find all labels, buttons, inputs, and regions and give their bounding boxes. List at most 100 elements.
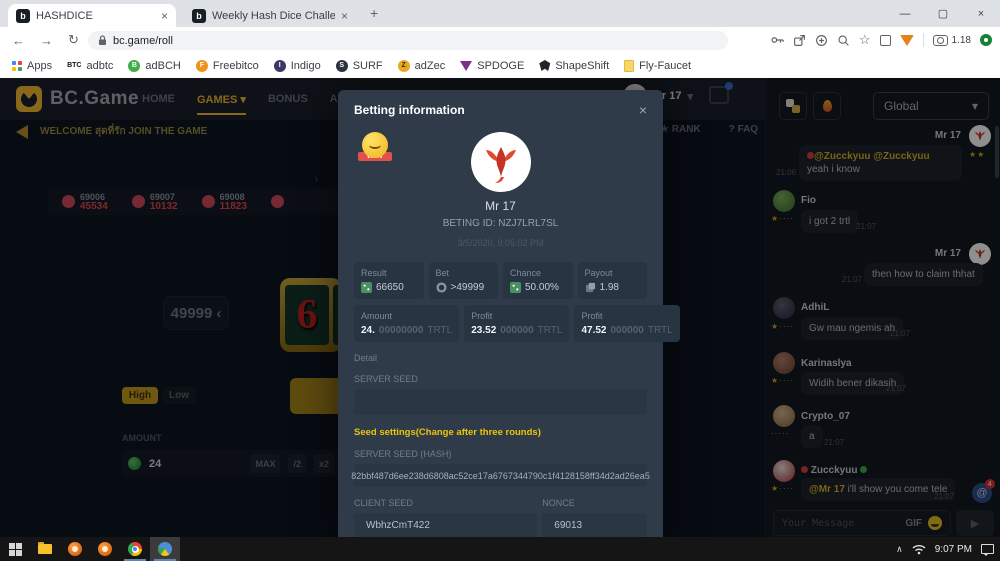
orange-app-icon xyxy=(98,542,112,556)
bookmark-star-icon[interactable]: ☆ xyxy=(859,32,871,48)
clock[interactable]: 9:07 PM xyxy=(935,544,972,555)
freebitco-icon: F xyxy=(196,60,208,72)
tab-close-icon[interactable]: × xyxy=(161,9,168,23)
tray-expand-icon[interactable]: ∧ xyxy=(896,544,903,555)
bookmark-adzec[interactable]: Z adZec xyxy=(398,60,446,72)
chrome-icon xyxy=(128,542,142,556)
browser-tabstrip: b HASHDICE × b Weekly Hash Dice Challeng… xyxy=(0,0,1000,27)
shapeshift-fox-icon xyxy=(539,60,550,71)
player-name: Mr 17 xyxy=(354,199,647,213)
stat-bet: Bet >49999 xyxy=(429,262,499,299)
bookmark-shapeshift[interactable]: ShapeShift xyxy=(539,60,609,72)
share-icon[interactable] xyxy=(793,34,806,47)
indigo-icon: I xyxy=(274,60,286,72)
surf-globe-icon: S xyxy=(336,60,348,72)
server-seed-field[interactable] xyxy=(354,389,647,415)
apps-grid-icon xyxy=(12,61,22,71)
active-app-button[interactable] xyxy=(150,537,180,561)
dice-icon xyxy=(510,282,521,293)
stat-chance: Chance 50.00% xyxy=(503,262,573,299)
bookmark-adbch[interactable]: B adBCH xyxy=(128,60,180,72)
window-controls: — ▢ × xyxy=(886,0,1000,27)
detail-label: Detail xyxy=(354,353,647,363)
reload-button[interactable]: ↻ xyxy=(68,32,79,48)
win-badge: WIN xyxy=(358,132,392,161)
flyfaucet-icon xyxy=(624,60,634,72)
btc-text-icon: BTC xyxy=(67,62,81,69)
camera-extension-icon xyxy=(933,35,948,46)
new-tab-button[interactable]: + xyxy=(370,5,378,21)
modal-close-icon[interactable]: × xyxy=(639,102,647,118)
browser-toolbar: ← → ↻ bc.game/roll ☆ 1.18 xyxy=(0,27,1000,53)
extension-badge[interactable]: 1.18 xyxy=(933,35,971,46)
tab-weekly-challenge[interactable]: b Weekly Hash Dice Challenge - Se × xyxy=(184,4,356,27)
bookmarks-bar: Apps BTC adbtc B adBCH F Freebitco I Ind… xyxy=(0,53,1000,78)
coin-icon xyxy=(436,282,447,293)
colorful-app-icon xyxy=(158,542,172,556)
action-center-icon[interactable] xyxy=(981,544,994,554)
bookmark-freebitco[interactable]: F Freebitco xyxy=(196,60,259,72)
app-button-2[interactable] xyxy=(90,537,120,561)
extension-badge-count: 1.18 xyxy=(952,35,971,46)
spdoge-icon xyxy=(460,61,472,71)
maximize-button[interactable]: ▢ xyxy=(924,0,962,27)
key-icon[interactable] xyxy=(770,33,784,47)
divider xyxy=(923,33,924,47)
search-zoom-icon[interactable] xyxy=(837,34,850,47)
start-button[interactable] xyxy=(0,537,30,561)
stat-payout: Payout 1.98 xyxy=(578,262,648,299)
back-button[interactable]: ← xyxy=(12,33,25,48)
adbch-icon: B xyxy=(128,60,140,72)
client-seed-label: CLIENT SEED xyxy=(354,498,537,508)
bcgame-favicon: b xyxy=(16,9,30,23)
stat-result: Result 66650 xyxy=(354,262,424,299)
wifi-icon[interactable] xyxy=(912,543,926,555)
client-seed-field[interactable]: WbhzCmT422 xyxy=(354,513,537,537)
forward-button[interactable]: → xyxy=(40,33,53,48)
screen: b HASHDICE × b Weekly Hash Dice Challeng… xyxy=(0,0,1000,561)
nonce-label: NONCE xyxy=(542,498,647,508)
chrome-button[interactable] xyxy=(120,537,150,561)
server-seed-hash-label: SERVER SEED (HASH) xyxy=(354,449,647,459)
bookmark-indigo[interactable]: I Indigo xyxy=(274,60,321,72)
lock-icon xyxy=(98,35,107,46)
orange-app-icon xyxy=(68,542,82,556)
url-text: bc.game/roll xyxy=(113,35,173,47)
tab-hashdice[interactable]: b HASHDICE × xyxy=(8,4,176,27)
bookmark-surf[interactable]: S SURF xyxy=(336,60,383,72)
green-extension-icon[interactable] xyxy=(980,34,992,46)
server-seed-label: SERVER SEED xyxy=(354,374,647,384)
betting-information-modal: Betting information × WIN Mr 17 BETING I… xyxy=(338,90,663,537)
close-button[interactable]: × xyxy=(962,0,1000,27)
minimize-button[interactable]: — xyxy=(886,0,924,27)
win-emoji-icon xyxy=(362,132,388,158)
bcgame-favicon: b xyxy=(192,9,206,23)
tab-close-icon[interactable]: × xyxy=(341,9,348,23)
target-icon[interactable] xyxy=(815,34,828,47)
bookmark-apps[interactable]: Apps xyxy=(12,60,52,72)
player-avatar[interactable] xyxy=(471,132,531,192)
nonce-field[interactable]: 69013 xyxy=(542,513,647,537)
bookmark-flyfaucet[interactable]: Fly-Faucet xyxy=(624,60,691,72)
modal-title: Betting information xyxy=(354,103,465,117)
amount-tile: Amount 24.00000000 TRTL xyxy=(354,305,459,342)
folder-icon xyxy=(38,544,52,554)
bookmark-adbtc[interactable]: BTC adbtc xyxy=(67,60,113,72)
tab-title: Weekly Hash Dice Challenge - Se xyxy=(212,10,335,22)
metamask-icon[interactable] xyxy=(900,35,914,46)
bookmark-spdoge[interactable]: SPDOGE xyxy=(460,60,524,72)
cards-icon xyxy=(585,282,596,293)
app-button-1[interactable] xyxy=(60,537,90,561)
file-explorer-button[interactable] xyxy=(30,537,60,561)
windows-taskbar: ∧ 9:07 PM xyxy=(0,537,1000,561)
windows-logo-icon xyxy=(9,543,22,556)
adzec-icon: Z xyxy=(398,60,410,72)
dice-icon xyxy=(361,282,372,293)
seed-settings-heading: Seed settings(Change after three rounds) xyxy=(354,427,647,438)
bet-datetime: 3/5/2020, 9:05:02 PM xyxy=(354,238,647,248)
server-seed-hash-field[interactable]: 82bbf487d6ee238d6808ac52ce17a6767344790c… xyxy=(354,464,647,487)
page-content: BC.Game HOME GAMES ▾ BONUS AFFILIATE FOR… xyxy=(0,78,1000,537)
extension-cube-icon[interactable] xyxy=(880,35,891,46)
address-bar[interactable]: bc.game/roll xyxy=(88,31,728,50)
betting-id: BETING ID: NZJ7LRL7SL xyxy=(354,218,647,229)
